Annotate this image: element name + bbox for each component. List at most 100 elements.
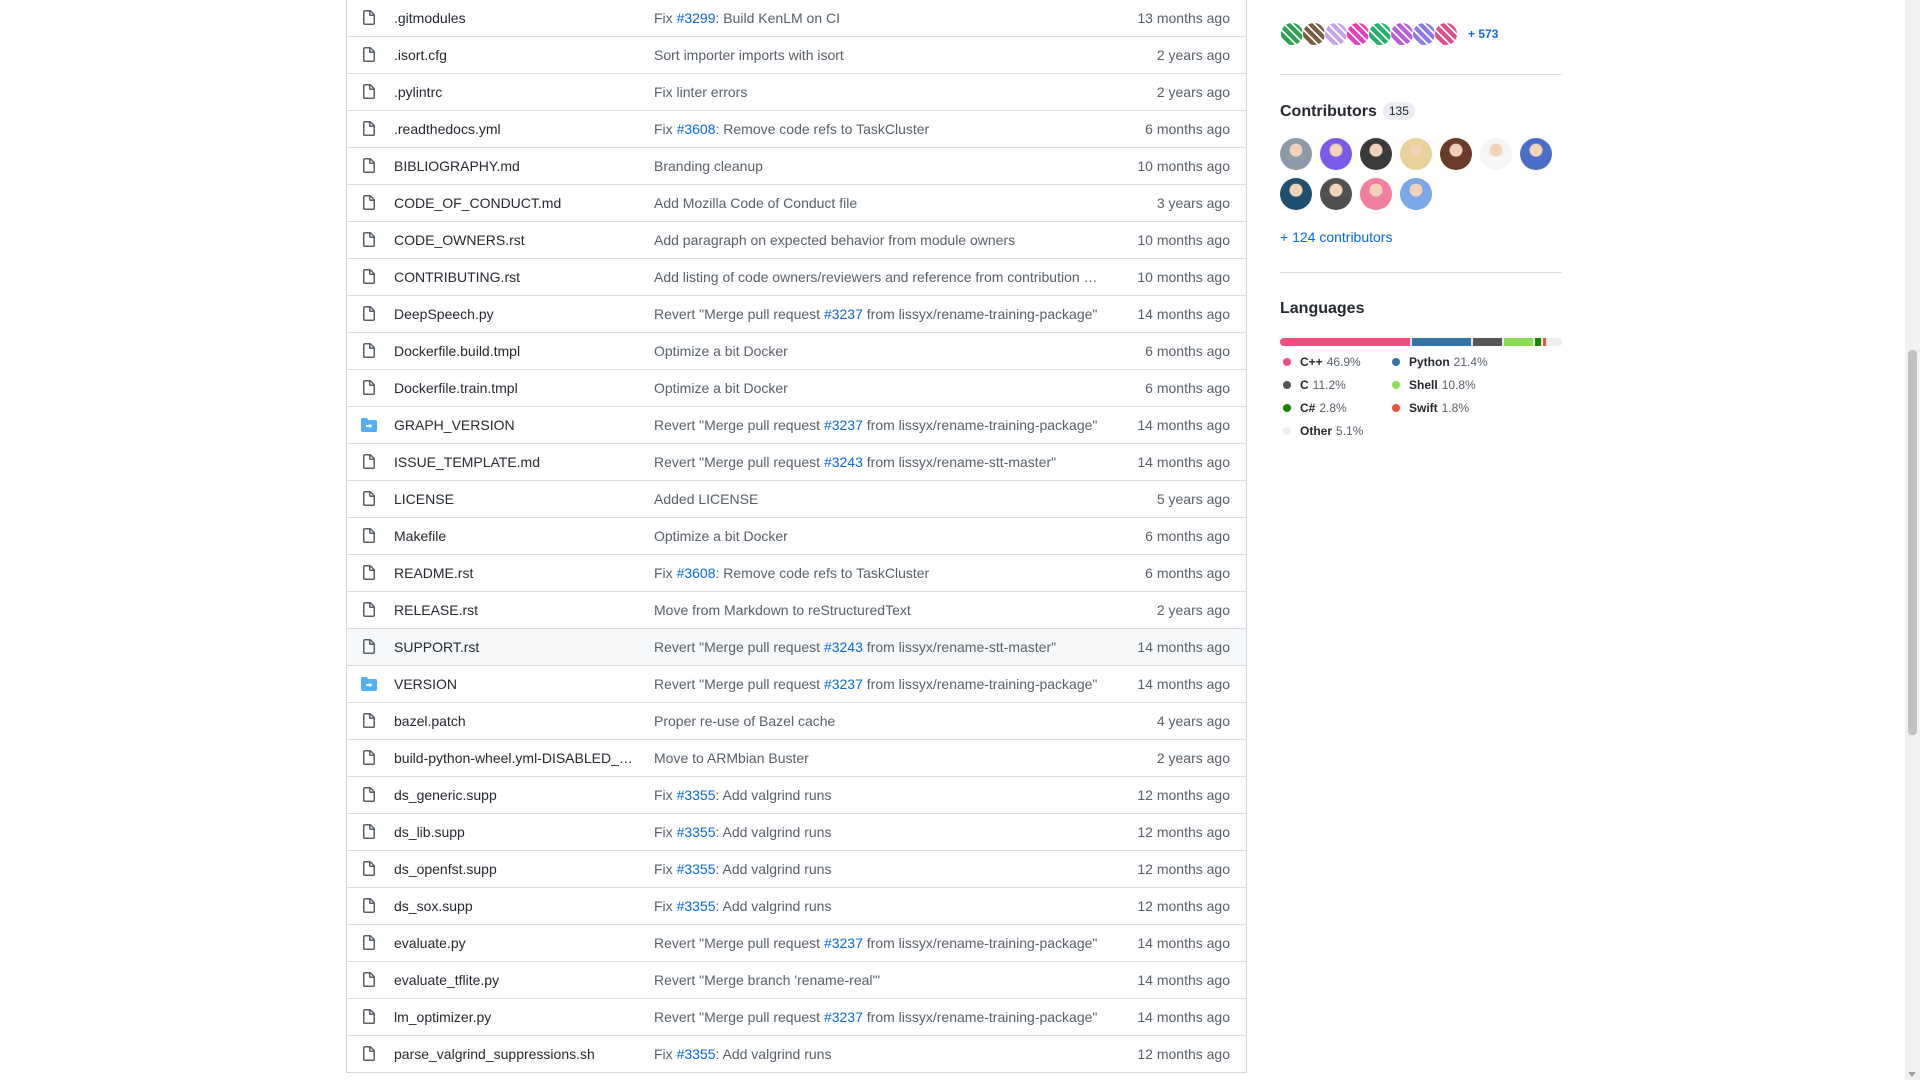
- file-row[interactable]: Dockerfile.train.tmpl Optimize a bit Dock…: [347, 369, 1246, 406]
- issue-reference-link[interactable]: #3355: [677, 861, 716, 877]
- scroll-down-arrow-icon[interactable]: [1908, 1072, 1916, 1077]
- language-item[interactable]: C++ 46.9%: [1280, 355, 1361, 369]
- commit-message-link[interactable]: Fix #3299: Build KenLM on CI: [654, 10, 1109, 26]
- file-name-link[interactable]: ds_sox.supp: [394, 898, 634, 914]
- file-name-link[interactable]: Makefile: [394, 528, 634, 544]
- contributor-avatar[interactable]: [1480, 138, 1512, 170]
- file-name-link[interactable]: DeepSpeech.py: [394, 306, 634, 322]
- commit-message-link[interactable]: Revert "Merge pull request #3237 from li…: [654, 417, 1109, 433]
- contributor-avatar[interactable]: [1360, 138, 1392, 170]
- issue-reference-link[interactable]: #3237: [824, 417, 863, 433]
- file-name-link[interactable]: .gitmodules: [394, 10, 634, 26]
- commit-message-link[interactable]: Fix #3608: Remove code refs to TaskClust…: [654, 121, 1109, 137]
- commit-message-link[interactable]: Revert "Merge pull request #3237 from li…: [654, 1009, 1109, 1025]
- commit-message-link[interactable]: Fix linter errors: [654, 84, 1109, 100]
- file-row[interactable]: ds_sox.supp Fix #3355: Add valgrind runs 1…: [347, 887, 1246, 924]
- file-row[interactable]: SUPPORT.rst Revert "Merge pull request #3…: [347, 628, 1246, 665]
- issue-reference-link[interactable]: #3355: [677, 1046, 716, 1062]
- commit-message-link[interactable]: Revert "Merge pull request #3243 from li…: [654, 454, 1109, 470]
- contributor-avatar[interactable]: [1320, 178, 1352, 210]
- issue-reference-link[interactable]: #3237: [824, 1009, 863, 1025]
- file-name-link[interactable]: parse_valgrind_suppressions.sh: [394, 1046, 634, 1062]
- file-row[interactable]: VERSION Revert "Merge pull request #3237 …: [347, 665, 1246, 702]
- language-item[interactable]: Other 5.1%: [1280, 424, 1363, 438]
- commit-message-link[interactable]: Add listing of code owners/reviewers and…: [654, 269, 1109, 285]
- commit-message-link[interactable]: Proper re-use of Bazel cache: [654, 713, 1109, 729]
- used-by-avatar[interactable]: [1346, 22, 1370, 46]
- file-row[interactable]: bazel.patch Proper re-use of Bazel cache 4…: [347, 702, 1246, 739]
- file-row[interactable]: evaluate_tflite.py Revert "Merge branch '…: [347, 961, 1246, 998]
- issue-reference-link[interactable]: #3243: [824, 454, 863, 470]
- file-name-link[interactable]: evaluate_tflite.py: [394, 972, 634, 988]
- commit-message-link[interactable]: Branding cleanup: [654, 158, 1109, 174]
- file-name-link[interactable]: bazel.patch: [394, 713, 634, 729]
- used-by-more-link[interactable]: + 573: [1468, 27, 1498, 41]
- issue-reference-link[interactable]: #3237: [824, 935, 863, 951]
- language-item[interactable]: Python 21.4%: [1389, 355, 1488, 369]
- file-name-link[interactable]: VERSION: [394, 676, 634, 692]
- file-name-link[interactable]: lm_optimizer.py: [394, 1009, 634, 1025]
- file-row[interactable]: .isort.cfg Sort importer imports with iso…: [347, 36, 1246, 73]
- issue-reference-link[interactable]: #3355: [677, 898, 716, 914]
- commit-message-link[interactable]: Revert "Merge pull request #3243 from li…: [654, 639, 1109, 655]
- contributor-avatar[interactable]: [1320, 138, 1352, 170]
- used-by-avatar[interactable]: [1412, 22, 1436, 46]
- commit-message-link[interactable]: Fix #3355: Add valgrind runs: [654, 898, 1109, 914]
- file-name-link[interactable]: SUPPORT.rst: [394, 639, 634, 655]
- file-row[interactable]: DeepSpeech.py Revert "Merge pull request …: [347, 295, 1246, 332]
- file-name-link[interactable]: .isort.cfg: [394, 47, 634, 63]
- contributor-avatar[interactable]: [1520, 138, 1552, 170]
- file-name-link[interactable]: build-python-wheel.yml-DISABLED_…: [394, 750, 634, 766]
- commit-message-link[interactable]: Add paragraph on expected behavior from …: [654, 232, 1109, 248]
- contributor-avatar[interactable]: [1280, 138, 1312, 170]
- issue-reference-link[interactable]: #3243: [824, 639, 863, 655]
- commit-message-link[interactable]: Add Mozilla Code of Conduct file: [654, 195, 1109, 211]
- file-row[interactable]: ISSUE_TEMPLATE.md Revert "Merge pull requ…: [347, 443, 1246, 480]
- file-row[interactable]: CONTRIBUTING.rst Add listing of code owne…: [347, 258, 1246, 295]
- file-name-link[interactable]: ds_openfst.supp: [394, 861, 634, 877]
- used-by-avatar[interactable]: [1368, 22, 1392, 46]
- file-name-link[interactable]: README.rst: [394, 565, 634, 581]
- used-by-avatar[interactable]: [1302, 22, 1326, 46]
- used-by-avatar[interactable]: [1390, 22, 1414, 46]
- commit-message-link[interactable]: Added LICENSE: [654, 491, 1109, 507]
- issue-reference-link[interactable]: #3237: [824, 676, 863, 692]
- commit-message-link[interactable]: Fix #3355: Add valgrind runs: [654, 824, 1109, 840]
- contributor-avatar[interactable]: [1440, 138, 1472, 170]
- commit-message-link[interactable]: Sort importer imports with isort: [654, 47, 1109, 63]
- commit-message-link[interactable]: Fix #3608: Remove code refs to TaskClust…: [654, 565, 1109, 581]
- file-name-link[interactable]: LICENSE: [394, 491, 634, 507]
- language-item[interactable]: C# 2.8%: [1280, 401, 1347, 415]
- issue-reference-link[interactable]: #3355: [677, 787, 716, 803]
- file-name-link[interactable]: Dockerfile.build.tmpl: [394, 343, 634, 359]
- file-name-link[interactable]: CODE_OF_CONDUCT.md: [394, 195, 634, 211]
- commit-message-link[interactable]: Optimize a bit Docker: [654, 380, 1109, 396]
- file-row[interactable]: ds_openfst.supp Fix #3355: Add valgrind r…: [347, 850, 1246, 887]
- file-row[interactable]: README.rst Fix #3608: Remove code refs to…: [347, 554, 1246, 591]
- issue-reference-link[interactable]: #3299: [677, 10, 716, 26]
- contributor-avatar[interactable]: [1400, 178, 1432, 210]
- issue-reference-link[interactable]: #3355: [677, 824, 716, 840]
- file-name-link[interactable]: Dockerfile.train.tmpl: [394, 380, 634, 396]
- used-by-avatar[interactable]: [1324, 22, 1348, 46]
- file-row[interactable]: evaluate.py Revert "Merge pull request #3…: [347, 924, 1246, 961]
- file-row[interactable]: CODE_OWNERS.rst Add paragraph on expected…: [347, 221, 1246, 258]
- file-row[interactable]: lm_optimizer.py Revert "Merge pull reques…: [347, 998, 1246, 1035]
- file-name-link[interactable]: RELEASE.rst: [394, 602, 634, 618]
- commit-message-link[interactable]: Revert "Merge pull request #3237 from li…: [654, 306, 1109, 322]
- page-scrollbar[interactable]: [1905, 0, 1920, 1080]
- file-name-link[interactable]: ISSUE_TEMPLATE.md: [394, 454, 634, 470]
- file-name-link[interactable]: evaluate.py: [394, 935, 634, 951]
- commit-message-link[interactable]: Revert "Merge branch 'rename-real'": [654, 972, 1109, 988]
- file-row[interactable]: GRAPH_VERSION Revert "Merge pull request …: [347, 406, 1246, 443]
- contributor-avatar[interactable]: [1360, 178, 1392, 210]
- language-item[interactable]: Shell 10.8%: [1389, 378, 1476, 392]
- file-name-link[interactable]: .readthedocs.yml: [394, 121, 634, 137]
- used-by-avatar[interactable]: [1434, 22, 1458, 46]
- file-row[interactable]: parse_valgrind_suppressions.sh Fix #3355:…: [347, 1035, 1246, 1072]
- file-row[interactable]: BIBLIOGRAPHY.md Branding cleanup 10 months…: [347, 147, 1246, 184]
- file-row[interactable]: ds_lib.supp Fix #3355: Add valgrind runs 1…: [347, 813, 1246, 850]
- commit-message-link[interactable]: Fix #3355: Add valgrind runs: [654, 1046, 1109, 1062]
- used-by-avatar[interactable]: [1280, 22, 1304, 46]
- commit-message-link[interactable]: Optimize a bit Docker: [654, 528, 1109, 544]
